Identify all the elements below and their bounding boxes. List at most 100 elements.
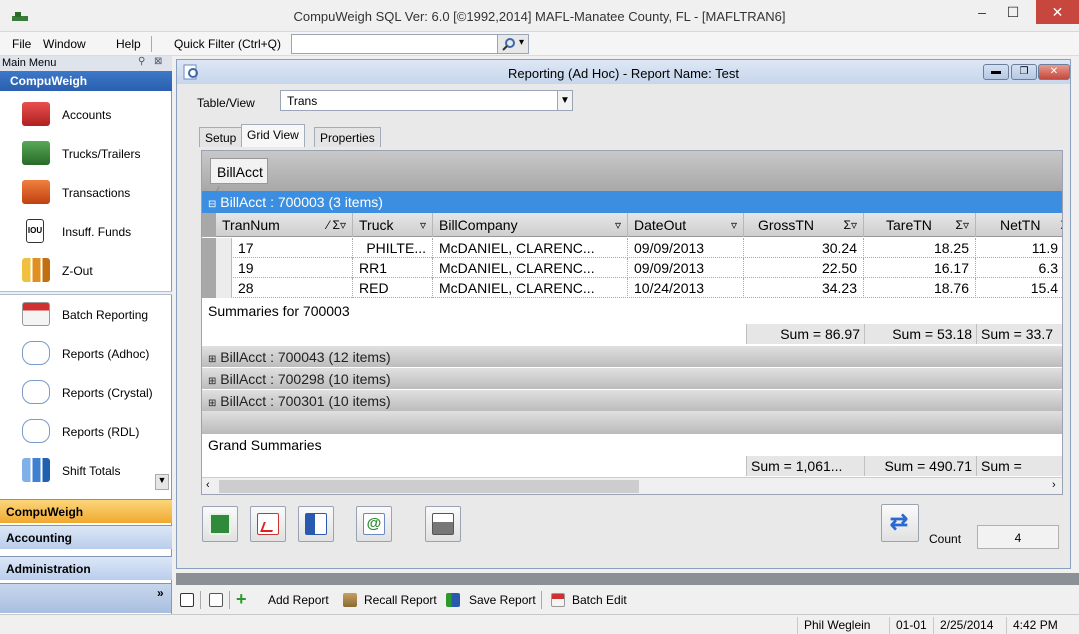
column-header-grosstn[interactable]: GrossTN Σ▿	[744, 213, 864, 237]
group-summary-label: Summaries for 700003	[208, 303, 350, 319]
sum-filter-icon[interactable]: Σ▿	[956, 218, 969, 232]
sidebar-item-insuff-funds[interactable]: IOU Insuff. Funds	[0, 212, 172, 251]
panel-close-icon[interactable]: ⊠	[154, 56, 162, 67]
quick-filter-search-button[interactable]: ▾	[497, 34, 529, 54]
sum-icon[interactable]: Σ	[1061, 218, 1062, 232]
chevron-down-icon: ▾	[519, 37, 525, 48]
sidebar-item-label: Accounts	[62, 108, 112, 122]
row-selector[interactable]	[216, 238, 232, 258]
batch-edit-button[interactable]: Batch Edit	[572, 593, 627, 607]
table-view-select[interactable]: Trans	[280, 90, 558, 111]
column-header-truck[interactable]: Truck ▿	[353, 213, 433, 237]
group-row-collapsed[interactable]: ⊞ BillAcct : 700043 (12 items)	[202, 345, 1062, 367]
close-button[interactable]: ✕	[1036, 0, 1079, 24]
export-excel-button[interactable]	[202, 506, 238, 542]
maximize-button[interactable]: ☐	[998, 0, 1028, 24]
sidebar-item-accounts[interactable]: Accounts	[0, 95, 172, 134]
new-document-icon[interactable]	[209, 593, 223, 607]
sidebar-item-label: Z-Out	[62, 264, 93, 278]
group-by-chip-label: BillAcct	[217, 164, 263, 180]
save-icon[interactable]	[446, 593, 460, 607]
table-row[interactable]: 28 RED McDANIEL, CLARENC... 10/24/2013 3…	[202, 278, 1062, 298]
nav-bar-administration[interactable]: Administration	[0, 556, 172, 580]
save-report-button[interactable]: Save Report	[469, 593, 536, 607]
sidebar-item-label: Insuff. Funds	[62, 225, 132, 239]
export-pdf-button[interactable]	[250, 506, 286, 542]
scroll-left-icon[interactable]: ‹	[206, 479, 210, 491]
row-selector[interactable]	[216, 278, 232, 298]
quick-filter-input[interactable]	[291, 34, 498, 54]
column-header-nettn[interactable]: NetTN Σ	[976, 213, 1062, 237]
recall-icon[interactable]	[343, 593, 357, 607]
filter-icon[interactable]: ▿	[615, 218, 621, 232]
nav-bar-accounting[interactable]: Accounting	[0, 525, 172, 549]
email-button[interactable]: @	[356, 506, 392, 542]
mdi-background-strip	[176, 573, 1079, 585]
add-report-button[interactable]: Add Report	[268, 593, 329, 607]
group-row-collapsed[interactable]: ⊞ BillAcct : 700298 (10 items)	[202, 367, 1062, 389]
overflow-chevron-icon[interactable]: »	[157, 586, 164, 600]
filter-icon[interactable]: ▿	[731, 218, 737, 232]
sidebar-item-trucks-trailers[interactable]: Trucks/Trailers	[0, 134, 172, 173]
group-by-chip[interactable]: BillAcct ⁄	[210, 158, 268, 195]
folder-orange-icon	[22, 180, 50, 204]
indent-column	[202, 278, 216, 298]
chevron-down-icon[interactable]: ▼	[557, 90, 573, 111]
sidebar-item-reports-crystal[interactable]: Reports (Crystal)	[0, 373, 172, 412]
table-row[interactable]: 19 RR1 McDANIEL, CLARENC... 09/09/2013 2…	[202, 258, 1062, 278]
scrollbar-thumb[interactable]	[219, 480, 639, 493]
sum-filter-icon[interactable]: Σ▿	[844, 218, 857, 232]
row-selector[interactable]	[216, 258, 232, 278]
minimize-button[interactable]: –	[967, 0, 997, 24]
column-header-taretn[interactable]: TareTN Σ▿	[864, 213, 976, 237]
child-minimize-button[interactable]: ▬	[983, 64, 1009, 80]
cell-truck: PHILTE...	[353, 238, 433, 258]
sidebar-item-reports-rdl[interactable]: Reports (RDL)	[0, 412, 172, 451]
sum-filter-icon[interactable]: ⁄ Σ▿	[327, 218, 346, 232]
column-header-trannum[interactable]: TranNum ⁄ Σ▿	[216, 213, 353, 237]
column-header-dateout[interactable]: DateOut ▿	[628, 213, 744, 237]
menu-file[interactable]: File	[12, 37, 31, 51]
calendar-icon[interactable]	[551, 593, 565, 607]
table-row[interactable]: 17 PHILTE... McDANIEL, CLARENC... 09/09/…	[202, 238, 1062, 258]
nav-bar-compuweigh[interactable]: CompuWeigh	[0, 499, 172, 523]
header-label: BillCompany	[439, 217, 518, 233]
sidebar-scroll-down-button[interactable]: ▼	[155, 474, 169, 490]
tab-grid-view[interactable]: Grid View	[241, 124, 305, 147]
sidebar-item-shift-totals[interactable]: Shift Totals	[0, 451, 172, 490]
sidebar-item-reports-adhoc[interactable]: Reports (Adhoc)	[0, 334, 172, 373]
header-label: GrossTN	[758, 217, 814, 233]
title-bar: CompuWeigh SQL Ver: 6.0 [©1992,2014] MAF…	[0, 0, 1079, 32]
header-label: TranNum	[222, 217, 280, 233]
expand-icon[interactable]: ⊞	[208, 398, 216, 409]
collapse-icon[interactable]: ⊟	[208, 199, 216, 210]
column-header-billcompany[interactable]: BillCompany ▿	[433, 213, 628, 237]
filter-icon[interactable]: ▿	[420, 218, 426, 232]
sidebar-item-z-out[interactable]: Z-Out	[0, 251, 172, 290]
expand-icon[interactable]: ⊞	[208, 376, 216, 387]
tab-setup[interactable]: Setup	[199, 127, 243, 147]
scroll-right-icon[interactable]: ›	[1052, 479, 1056, 491]
refresh-button[interactable]: ⇄	[881, 504, 919, 542]
group-row-collapsed[interactable]: ⊞ BillAcct : 700301 (10 items)	[202, 389, 1062, 411]
tab-properties[interactable]: Properties	[314, 127, 381, 147]
menu-help[interactable]: Help	[116, 37, 141, 51]
header-label: NetTN	[1000, 217, 1041, 233]
toolbar-divider	[200, 591, 201, 609]
child-close-button[interactable]: ✕	[1038, 64, 1070, 80]
print-button[interactable]	[425, 506, 461, 542]
child-restore-button[interactable]: ❐	[1011, 64, 1037, 80]
export-word-button[interactable]	[298, 506, 334, 542]
compuweigh-group-title: CompuWeigh	[0, 71, 172, 91]
sidebar-item-batch-reporting[interactable]: Batch Reporting	[0, 295, 172, 334]
pin-icon[interactable]: ⚲	[138, 56, 145, 67]
expand-icon[interactable]: ⊞	[208, 354, 216, 365]
horizontal-scrollbar[interactable]: ‹ ›	[202, 477, 1062, 494]
group-row-expanded[interactable]: ⊟ BillAcct : 700003 (3 items)	[202, 191, 1062, 213]
recall-report-button[interactable]: Recall Report	[364, 593, 437, 607]
sidebar-item-label: Reports (RDL)	[62, 425, 140, 439]
sidebar-item-transactions[interactable]: Transactions	[0, 173, 172, 212]
add-icon[interactable]: +	[236, 589, 247, 610]
menu-window[interactable]: Window	[43, 37, 86, 51]
exit-icon[interactable]	[180, 593, 194, 607]
